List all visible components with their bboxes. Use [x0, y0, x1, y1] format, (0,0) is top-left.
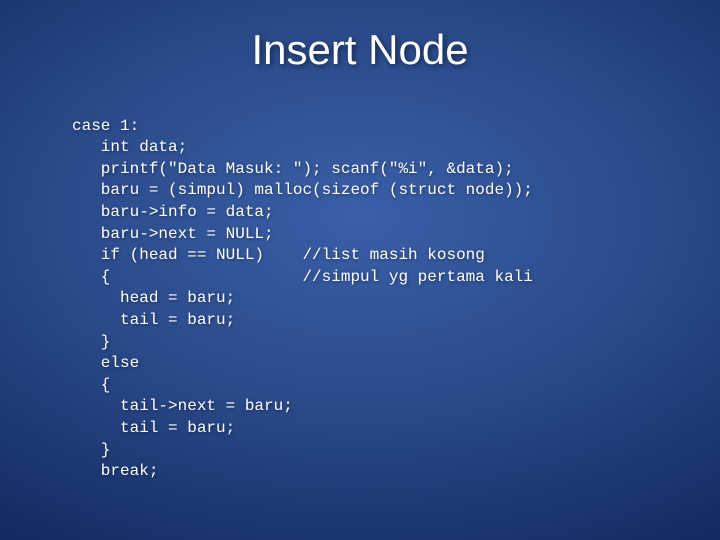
code-line: tail->next = baru; — [72, 397, 293, 415]
code-line: case 1: — [72, 117, 139, 135]
code-line: } — [72, 333, 110, 351]
code-line: { — [72, 376, 110, 394]
code-line: { //simpul yg pertama kali — [72, 268, 533, 286]
code-line: else — [72, 354, 139, 372]
code-line: tail = baru; — [72, 419, 235, 437]
code-block: case 1: int data; printf("Data Masuk: ")… — [0, 94, 720, 483]
code-line: head = baru; — [72, 289, 235, 307]
code-line: baru->next = NULL; — [72, 225, 274, 243]
code-line: baru = (simpul) malloc(sizeof (struct no… — [72, 181, 533, 199]
slide-title: Insert Node — [0, 0, 720, 94]
code-line: } — [72, 441, 110, 459]
code-line: tail = baru; — [72, 311, 235, 329]
code-line: if (head == NULL) //list masih kosong — [72, 246, 485, 264]
code-line: printf("Data Masuk: "); scanf("%i", &dat… — [72, 160, 514, 178]
code-line: baru->info = data; — [72, 203, 274, 221]
code-line: int data; — [72, 138, 187, 156]
code-line: break; — [72, 462, 158, 480]
